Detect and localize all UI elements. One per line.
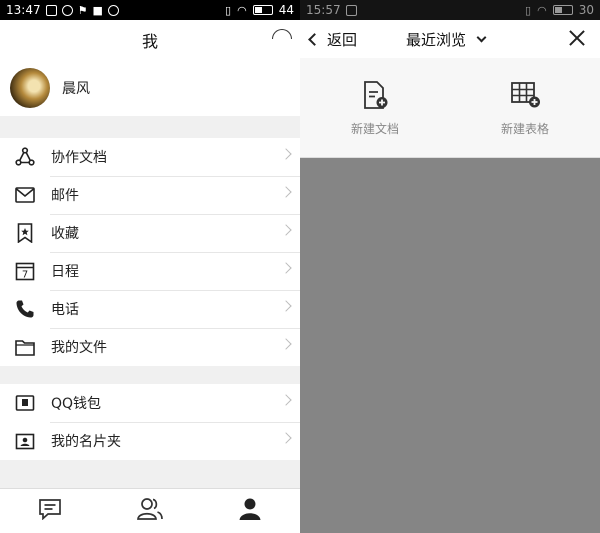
menu-item-label: 协作文档: [51, 150, 107, 166]
new-sheet-button[interactable]: 新建表格: [450, 58, 600, 157]
chevron-left-icon: [308, 32, 321, 46]
tab-messages[interactable]: [30, 491, 70, 531]
chevron-right-icon: [280, 300, 292, 312]
recent-browse-screen: 15:57 ▯ ◠ 30 返回 最近浏览 新建文档 新建表格: [300, 0, 600, 533]
status-time: 13:47: [6, 3, 41, 17]
menu-item-schedule[interactable]: 7 日程: [0, 252, 300, 290]
status-time: 15:57: [306, 3, 341, 17]
clapper-icon: ■: [92, 3, 103, 17]
top-bar: 我: [0, 20, 300, 60]
bottom-tab-bar: [0, 488, 300, 533]
chevron-right-icon: [280, 224, 292, 236]
menu-item-mail[interactable]: 邮件: [0, 176, 300, 214]
vibrate-icon: ▯: [525, 3, 532, 17]
share-nodes-icon: [14, 146, 36, 168]
menu-item-collab-docs[interactable]: 协作文档: [0, 138, 300, 176]
chevron-right-icon: [280, 262, 292, 274]
profile-icon: [238, 497, 262, 525]
wallet-icon: [14, 392, 36, 414]
flag-icon: ⚑: [77, 3, 88, 17]
new-sheet-icon: [510, 80, 540, 110]
vibrate-icon: ▯: [225, 3, 232, 17]
chevron-right-icon: [280, 338, 292, 350]
folder-icon: [14, 336, 36, 358]
check-circle-icon: [61, 4, 73, 16]
menu-item-card-holder[interactable]: 我的名片夹: [0, 422, 300, 460]
menu-item-label: 电话: [51, 302, 79, 318]
new-sheet-label: 新建表格: [500, 122, 549, 136]
status-bar: 13:47 ⚑ ■ ▯ ◠ 44: [0, 0, 300, 20]
message-icon: [38, 498, 62, 524]
image-icon: [345, 4, 357, 16]
menu-item-phone[interactable]: 电话: [0, 290, 300, 328]
menu-item-my-files[interactable]: 我的文件: [0, 328, 300, 366]
avatar[interactable]: [10, 68, 50, 108]
new-doc-label: 新建文档: [350, 122, 399, 136]
menu-item-qq-wallet[interactable]: QQ钱包: [0, 384, 300, 422]
top-bar: 返回 最近浏览: [300, 20, 600, 58]
battery-icon: [552, 5, 573, 15]
new-doc-icon: [360, 80, 390, 110]
calendar-day: 7: [22, 270, 28, 281]
battery-level: 30: [578, 3, 594, 17]
new-doc-button[interactable]: 新建文档: [300, 58, 450, 157]
battery-level: 44: [278, 3, 294, 17]
menu-item-favorites[interactable]: 收藏: [0, 214, 300, 252]
dimmed-overlay[interactable]: [300, 158, 600, 533]
battery-icon: [252, 5, 273, 15]
menu-item-label: 邮件: [51, 188, 79, 204]
bookmark-star-icon: [14, 222, 36, 244]
wifi-icon: ◠: [237, 3, 247, 17]
profile-row[interactable]: 晨风: [0, 60, 300, 116]
me-screen: 13:47 ⚑ ■ ▯ ◠ 44 我 晨风 协作文档 邮件 收藏 7 日程 电话…: [0, 0, 300, 533]
calendar-icon: 7: [14, 260, 36, 282]
menu-group-secondary: QQ钱包 我的名片夹: [0, 384, 300, 460]
tab-profile[interactable]: [230, 491, 270, 531]
page-title: 最近浏览: [406, 31, 467, 49]
profile-name: 晨风: [62, 81, 90, 97]
title-dropdown[interactable]: 最近浏览: [406, 29, 487, 50]
back-button[interactable]: 返回: [308, 29, 358, 50]
close-icon[interactable]: [568, 29, 586, 47]
chevron-down-icon: [476, 32, 487, 43]
tab-contacts[interactable]: [130, 491, 170, 531]
chevron-right-icon: [280, 394, 292, 406]
menu-item-label: 我的文件: [51, 340, 107, 356]
back-label: 返回: [327, 30, 358, 49]
create-actions: 新建文档 新建表格: [300, 58, 600, 158]
menu-group-main: 协作文档 邮件 收藏 7 日程 电话 我的文件: [0, 138, 300, 366]
chevron-right-icon: [280, 148, 292, 160]
menu-item-label: 日程: [51, 264, 79, 280]
chevron-right-icon: [280, 186, 292, 198]
screenshot-stage: 13:47 ⚑ ■ ▯ ◠ 44 我 晨风 协作文档 邮件 收藏 7 日程 电话…: [0, 0, 600, 533]
user-circle-icon: [107, 4, 119, 16]
menu-item-label: 我的名片夹: [51, 434, 121, 450]
phone-icon: [14, 298, 36, 320]
contacts-icon: [136, 497, 164, 525]
wifi-icon: ◠: [537, 3, 547, 17]
status-bar: 15:57 ▯ ◠ 30: [300, 0, 600, 20]
image-icon: [45, 4, 57, 16]
chevron-right-icon: [280, 432, 292, 444]
menu-item-label: QQ钱包: [51, 396, 102, 412]
arc-icon: [272, 29, 292, 39]
card-holder-icon: [14, 430, 36, 452]
menu-item-label: 收藏: [51, 226, 79, 242]
mail-icon: [14, 184, 36, 206]
page-title: 我: [141, 32, 158, 51]
